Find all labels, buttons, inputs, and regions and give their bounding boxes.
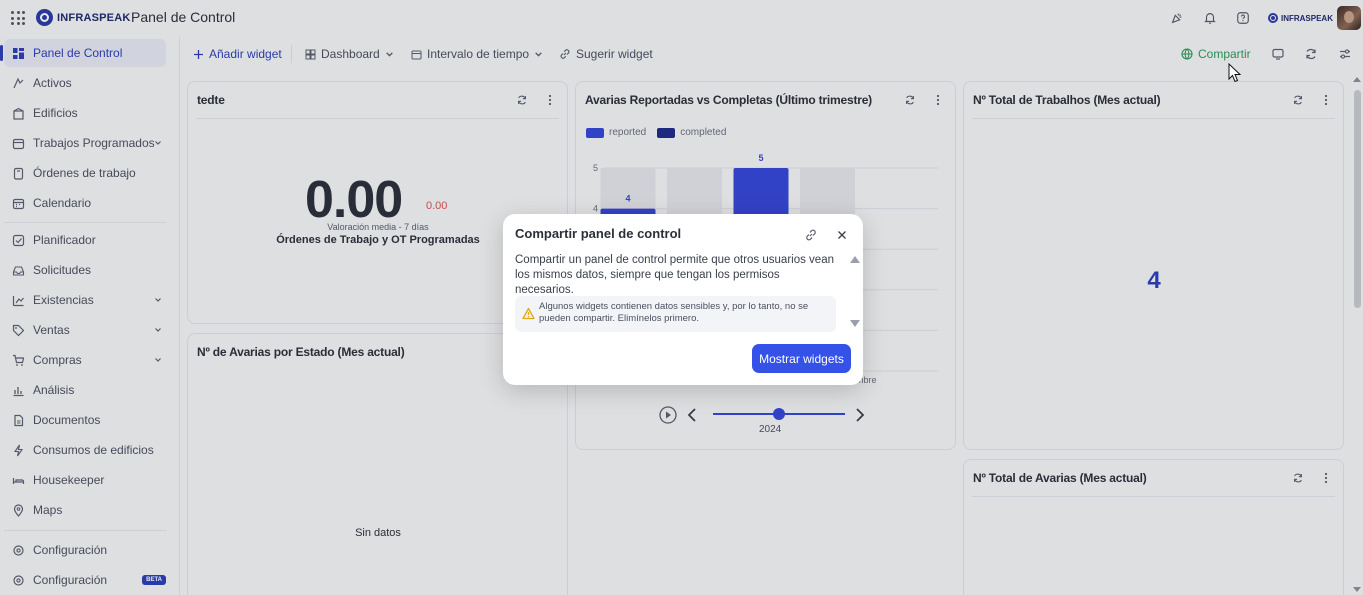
share-dashboard-dialog: Compartir panel de control Compartir un … — [503, 214, 863, 385]
dialog-title: Compartir panel de control — [515, 226, 682, 241]
copy-link-icon[interactable] — [804, 228, 818, 242]
warning-text: Algunos widgets contienen datos sensible… — [539, 301, 809, 324]
mouse-cursor-icon — [1228, 63, 1242, 83]
close-icon[interactable] — [835, 228, 849, 242]
dialog-description: Compartir un panel de control permite qu… — [515, 254, 834, 296]
show-widgets-button[interactable]: Mostrar widgets — [752, 344, 851, 373]
dialog-scroll-down-icon[interactable] — [850, 320, 860, 327]
warning-box: Algunos widgets contienen datos sensible… — [515, 296, 836, 332]
dialog-scroll-up-icon[interactable] — [850, 256, 860, 263]
warning-icon — [522, 307, 535, 320]
